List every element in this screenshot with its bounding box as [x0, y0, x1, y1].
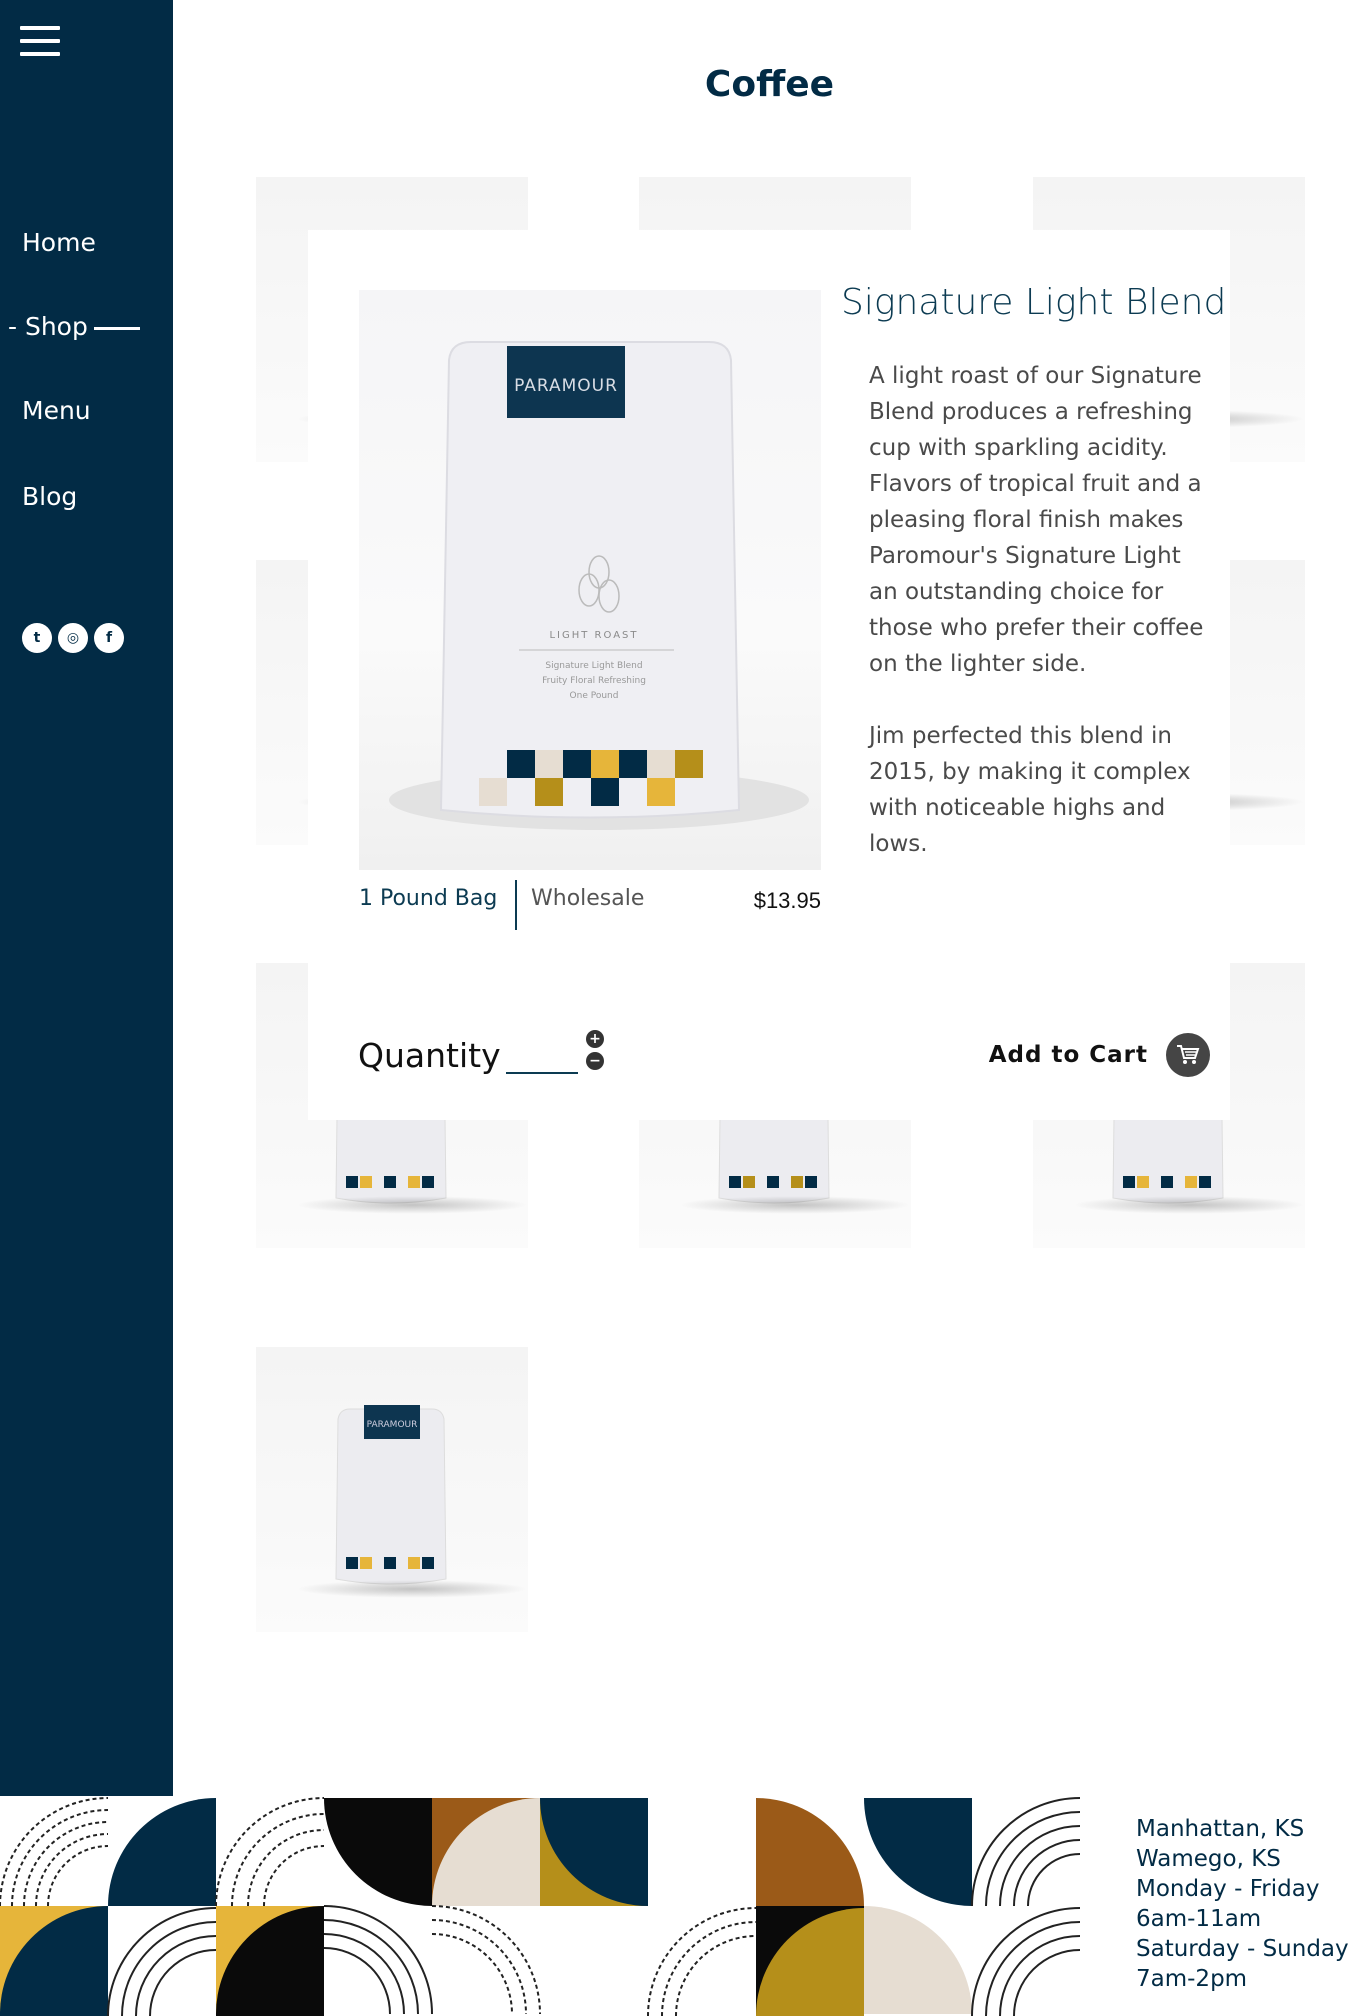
hours-line: Monday - Friday: [1136, 1876, 1320, 1902]
sidebar: Home - Shop Menu Blog t ◎ f: [0, 0, 173, 1796]
hours-line: 6am-11am: [1136, 1906, 1262, 1932]
cart-icon: [1166, 1033, 1210, 1077]
hours-line: 7am-2pm: [1136, 1966, 1248, 1992]
nav-label: Menu: [22, 396, 91, 425]
description-paragraph: Jim perfected this blend in 2015, by mak…: [869, 723, 1191, 857]
instagram-icon[interactable]: ◎: [58, 623, 88, 653]
nav-label: Blog: [22, 482, 78, 511]
minus-icon[interactable]: −: [586, 1052, 604, 1070]
quantity-input[interactable]: [506, 1050, 578, 1074]
active-indicator: [93, 326, 140, 330]
twitter-icon[interactable]: t: [22, 623, 52, 653]
svg-text:One Pound: One Pound: [570, 691, 619, 701]
add-to-cart-button[interactable]: Add to Cart: [989, 1030, 1210, 1080]
hamburger-icon[interactable]: [20, 26, 60, 58]
description-paragraph: A light roast of our Signature Blend pro…: [869, 363, 1204, 677]
product-image: PARAMOUR LIGHT ROAST Signature Light Ble…: [359, 290, 821, 870]
product-title: Signature Light Blend: [841, 282, 1227, 323]
svg-text:LIGHT ROAST: LIGHT ROAST: [549, 630, 638, 641]
nav-label: - Shop: [8, 312, 88, 341]
facebook-icon[interactable]: f: [94, 623, 124, 653]
location-line: Manhattan, KS: [1136, 1816, 1305, 1842]
social-links: t ◎ f: [22, 623, 124, 653]
svg-text:PARAMOUR: PARAMOUR: [514, 376, 618, 396]
product-tile[interactable]: PARAMOUR: [256, 1347, 528, 1632]
coffee-bag-image: PARAMOUR LIGHT ROAST Signature Light Ble…: [389, 341, 809, 830]
page-title: Coffee: [704, 64, 835, 105]
nav-item-home[interactable]: Home: [22, 228, 96, 257]
option-wholesale[interactable]: Wholesale: [531, 886, 644, 911]
option-divider: [515, 880, 517, 930]
add-to-cart-label: Add to Cart: [988, 1042, 1148, 1068]
coffee-bag-image: PARAMOUR: [335, 1405, 447, 1585]
size-options: 1 Pound Bag Wholesale $13.95: [359, 880, 821, 930]
option-1-pound-bag[interactable]: 1 Pound Bag: [359, 886, 497, 911]
svg-text:Fruity Floral Refreshing: Fruity Floral Refreshing: [542, 676, 646, 686]
product-modal: PARAMOUR LIGHT ROAST Signature Light Ble…: [308, 230, 1230, 1120]
plus-icon[interactable]: +: [586, 1030, 604, 1048]
decorative-pattern: [0, 1797, 1081, 2016]
svg-text:Signature Light Blend: Signature Light Blend: [545, 661, 642, 671]
hours-line: Saturday - Sunday: [1136, 1936, 1349, 1962]
location-line: Wamego, KS: [1136, 1846, 1281, 1872]
product-description: A light roast of our Signature Blend pro…: [869, 358, 1209, 862]
price: $13.95: [753, 888, 821, 913]
footer: Manhattan, KS Wamego, KS Monday - Friday…: [0, 1796, 1366, 2016]
nav-item-shop[interactable]: - Shop: [8, 312, 140, 341]
store-hours: Manhattan, KS Wamego, KS Monday - Friday…: [1136, 1814, 1349, 1994]
svg-text:PARAMOUR: PARAMOUR: [367, 1420, 418, 1430]
quantity-label: Quantity: [358, 1036, 501, 1075]
nav-item-menu[interactable]: Menu: [22, 396, 91, 425]
nav-item-blog[interactable]: Blog: [22, 482, 77, 511]
nav-label: Home: [22, 228, 96, 257]
